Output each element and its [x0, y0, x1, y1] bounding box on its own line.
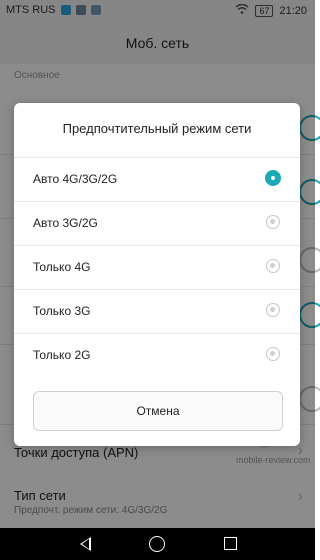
- navigation-bar: [0, 528, 315, 560]
- option-2g-only[interactable]: Только 2G: [14, 333, 300, 378]
- recent-apps-icon[interactable]: [224, 537, 237, 550]
- cancel-button[interactable]: Отмена: [33, 391, 283, 431]
- option-3g-only[interactable]: Только 3G: [14, 289, 300, 334]
- home-icon[interactable]: [149, 536, 165, 552]
- option-auto-4g-3g-2g[interactable]: Авто 4G/3G/2G: [14, 157, 300, 202]
- option-label: Авто 4G/3G/2G: [33, 172, 118, 186]
- radio-icon[interactable]: [266, 303, 280, 317]
- network-mode-dialog: Предпочтительный режим сети Авто 4G/3G/2…: [14, 103, 300, 446]
- option-label: Только 2G: [33, 348, 91, 362]
- option-label: Авто 3G/2G: [33, 216, 98, 230]
- dialog-title: Предпочтительный режим сети: [62, 121, 252, 136]
- option-auto-3g-2g[interactable]: Авто 3G/2G: [14, 201, 300, 246]
- option-4g-only[interactable]: Только 4G: [14, 245, 300, 290]
- radio-icon[interactable]: [266, 215, 280, 229]
- radio-icon[interactable]: [266, 347, 280, 361]
- radio-selected-icon[interactable]: [265, 170, 281, 186]
- option-label: Только 4G: [33, 260, 91, 274]
- option-label: Только 3G: [33, 304, 91, 318]
- back-icon-inner: [82, 539, 89, 549]
- radio-icon[interactable]: [266, 259, 280, 273]
